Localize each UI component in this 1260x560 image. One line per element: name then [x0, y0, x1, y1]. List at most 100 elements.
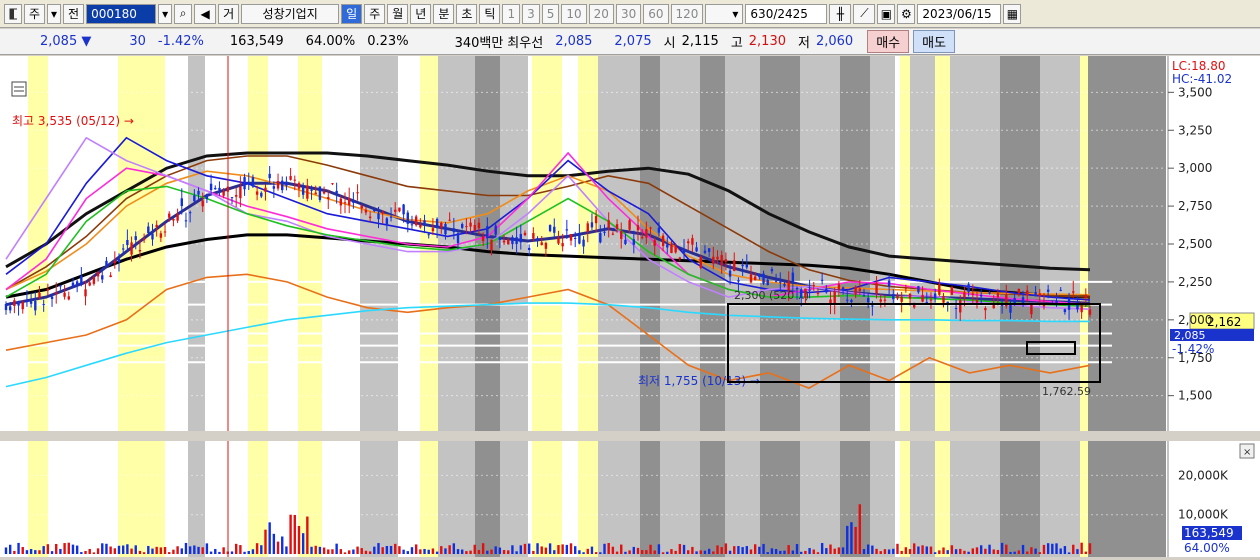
chart-svg[interactable]: 최고 3,535 (05/12) → 최저 1,755 (10/13) → 2,… — [0, 56, 1260, 557]
volume-bar — [255, 543, 259, 554]
candle-body — [310, 189, 313, 191]
candle-body — [423, 220, 426, 226]
volume-bar — [979, 545, 983, 554]
volume-bar — [599, 552, 602, 554]
candle-body — [578, 233, 581, 244]
window-icon[interactable] — [4, 3, 22, 24]
candle-body — [469, 222, 472, 227]
volume-bar — [385, 545, 389, 554]
calendar-icon[interactable]: ▦ — [1003, 3, 1022, 24]
candle-body — [38, 292, 41, 298]
volume-bar — [670, 549, 673, 554]
volume-bar — [908, 549, 912, 554]
num-20[interactable]: 20 — [588, 3, 614, 24]
volume-bar — [695, 551, 698, 554]
candle-body — [749, 274, 753, 283]
market-tab-all[interactable]: 전 — [63, 3, 85, 24]
stock-name: 성창기업지 — [241, 3, 340, 24]
speaker-icon[interactable]: ◀ — [194, 3, 217, 24]
table-icon[interactable] — [11, 81, 27, 97]
candle-body — [812, 285, 815, 287]
volume-bar — [389, 545, 393, 554]
volume-bar — [862, 549, 866, 554]
save-icon[interactable]: ▣ — [877, 3, 896, 24]
candle-body — [636, 225, 640, 231]
candle-body — [1038, 293, 1041, 297]
volume-bar — [511, 545, 514, 554]
volume-bar — [71, 544, 75, 554]
candle-body — [695, 247, 698, 252]
volume-bar — [954, 549, 958, 554]
period-month[interactable]: 월 — [387, 3, 409, 24]
period-year[interactable]: 년 — [410, 3, 432, 24]
num-3[interactable]: 3 — [522, 3, 540, 24]
panel-divider[interactable] — [0, 431, 1260, 441]
candle-body — [682, 249, 686, 254]
volume-bar — [1042, 544, 1046, 554]
candle-body — [553, 226, 556, 233]
volume-time-band — [1040, 441, 1080, 557]
num-30[interactable]: 30 — [615, 3, 642, 24]
interval-select[interactable]: ▾ — [705, 3, 744, 24]
candle-body — [243, 177, 246, 190]
num-120[interactable]: 120 — [670, 3, 704, 24]
gear-icon[interactable]: ⚙ — [897, 3, 916, 24]
volume-bar — [1080, 542, 1083, 554]
volume-bar — [645, 550, 648, 554]
price-change: 30 — [129, 34, 146, 49]
candle-body — [900, 296, 903, 302]
period-minute[interactable]: 분 — [433, 3, 455, 24]
date-input[interactable]: 2023/06/15 — [917, 3, 1002, 24]
volume-bar — [159, 547, 163, 554]
candle-body — [753, 276, 757, 281]
candle-body — [741, 264, 744, 267]
window-icon-glyph — [9, 8, 17, 19]
sell-button[interactable]: 매도 — [913, 30, 956, 53]
candle-body — [435, 218, 439, 228]
volume-bar — [1026, 551, 1029, 554]
num-60[interactable]: 60 — [643, 3, 669, 24]
volume-bar — [113, 548, 117, 554]
volume-bar — [327, 549, 330, 554]
code-dropdown[interactable]: ▾ — [158, 3, 173, 24]
time-bands — [28, 56, 1166, 557]
candle-body — [448, 219, 451, 221]
buy-button[interactable]: 매수 — [867, 30, 910, 53]
price-tag2: 2,085 — [1174, 329, 1206, 342]
candle-body — [126, 239, 129, 246]
volume-bar — [117, 545, 121, 554]
volume-bar — [322, 547, 326, 554]
market-tab-stock[interactable]: 주 — [24, 3, 46, 24]
volume-time-band — [1088, 441, 1166, 557]
candle-body — [163, 231, 167, 233]
period-tick[interactable]: 틱 — [479, 3, 501, 24]
num-5[interactable]: 5 — [541, 3, 560, 24]
period-second[interactable]: 초 — [456, 3, 478, 24]
count-input[interactable]: 630/2425 — [745, 3, 828, 24]
search-icon[interactable]: ⌕ — [174, 3, 193, 24]
num-10[interactable]: 10 — [561, 3, 587, 24]
candle-body — [339, 198, 343, 206]
market-dropdown[interactable]: ▾ — [47, 3, 62, 24]
candle-type-icon[interactable]: ╫ — [829, 3, 852, 24]
candle-body — [234, 194, 238, 197]
volume-bar — [632, 546, 635, 554]
candle-body — [779, 281, 782, 283]
candle-body — [260, 192, 263, 197]
period-week[interactable]: 주 — [364, 3, 386, 24]
candle-body — [251, 177, 255, 187]
volume-time-band — [760, 441, 800, 557]
volume-bar — [787, 545, 790, 554]
line-tool-icon[interactable]: ⟋ — [853, 3, 876, 24]
volume-bar — [368, 551, 372, 554]
candle-body — [201, 200, 204, 207]
period-day[interactable]: 일 — [341, 3, 363, 24]
stock-code-input[interactable]: 000180 — [86, 3, 157, 24]
volume-bar — [1072, 544, 1075, 554]
num-1[interactable]: 1 — [502, 3, 521, 24]
volume-bar — [866, 544, 870, 554]
candle-body — [933, 293, 937, 299]
candle-body — [1030, 303, 1033, 315]
candle-body — [645, 229, 648, 238]
volume-bar — [121, 545, 125, 554]
